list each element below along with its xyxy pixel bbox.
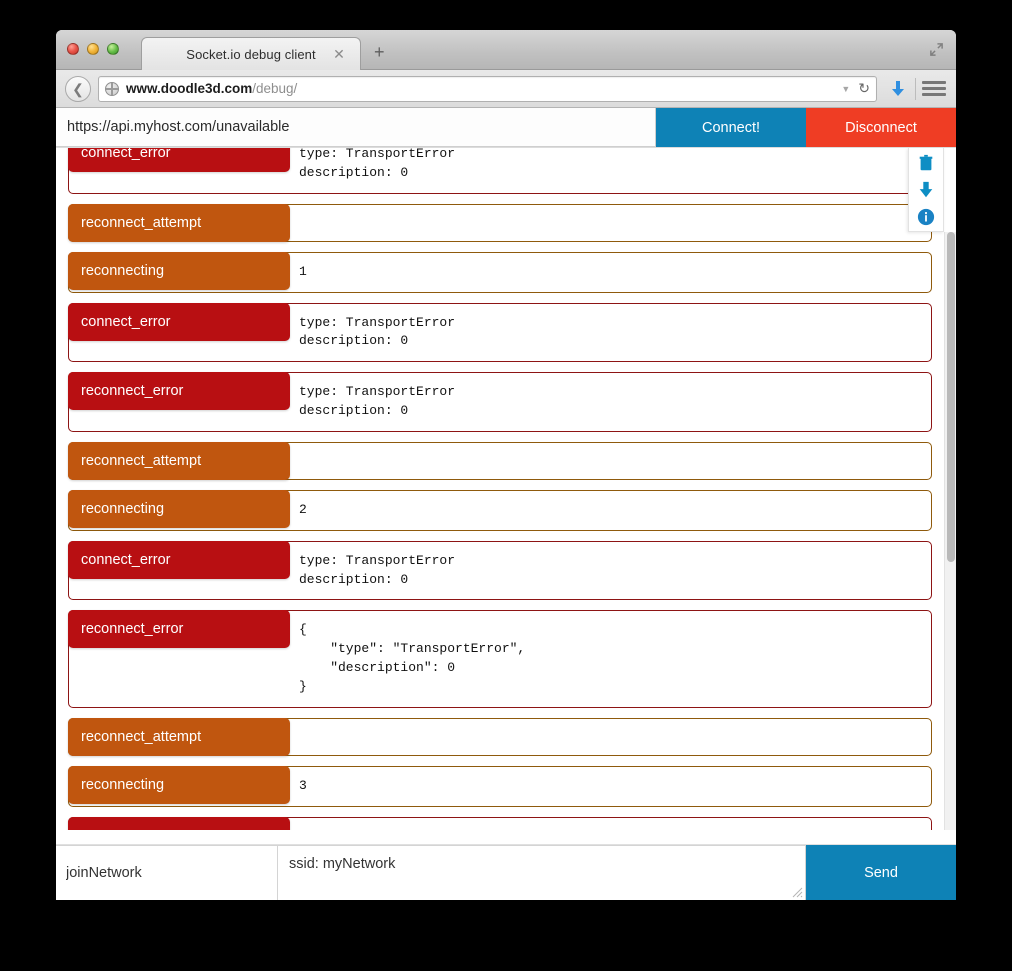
log-row-event-label: reconnect_error [68,610,290,649]
log-row[interactable]: reconnecting 1 [68,251,932,293]
tab-title: Socket.io debug client [186,46,316,62]
trash-icon[interactable] [917,154,935,172]
resize-handle-icon[interactable] [792,887,803,898]
log-row-value [299,719,931,755]
log-row-value: 3 [299,777,307,793]
chevron-down-icon[interactable]: ▼ [841,84,858,94]
event-log: connect_error type: TransportError descri… [56,148,956,830]
reload-icon[interactable]: ↻ [858,80,870,97]
log-row-value: 1 [299,263,307,279]
disconnect-button[interactable]: Disconnect [806,108,956,147]
log-row-value: type: TransportError description: 0 [299,314,456,349]
log-row[interactable]: reconnecting 3 [68,765,932,807]
event-log-list: connect_error type: TransportError descri… [56,148,944,830]
log-row-value: type: TransportError description: 0 [299,552,456,587]
browser-tab[interactable]: Socket.io debug client ✕ [141,37,361,70]
log-row-event-label: reconnecting [68,489,290,528]
log-row[interactable]: reconnect_error type: TransportError desc… [68,372,932,432]
maximize-window-button[interactable] [107,43,119,55]
log-scrollbar-thumb[interactable] [947,232,955,562]
page-content: Connect! Disconnect connect_error type: T… [56,108,956,900]
log-row[interactable]: reconnect_attempt [68,441,932,480]
url-path: /debug/ [252,81,298,96]
close-icon[interactable]: ✕ [332,47,346,61]
back-arrow-icon[interactable]: ❮ [65,75,91,102]
log-row[interactable]: reconnecting 2 [68,489,932,531]
emit-event-name-input[interactable] [56,845,278,900]
emit-arguments-input[interactable]: ssid: myNetwork [278,845,806,900]
log-row[interactable]: connect_error type: TransportError descri… [68,540,932,601]
connect-button[interactable]: Connect! [656,108,806,147]
address-bar[interactable]: www.doodle3d.com/debug/ ▼ ↻ [98,75,877,102]
log-row[interactable]: connect_error type: TransportError descri… [68,816,932,830]
browser-navbar: ❮ www.doodle3d.com/debug/ ▼ ↻ [56,70,956,108]
log-row-event-label: reconnect_attempt [68,203,290,242]
log-row-event-label: reconnecting [68,251,290,290]
log-tools-panel [908,148,944,232]
log-row-value: { "type": "TransportError", "description… [299,622,526,694]
log-row-event-label: connect_error [68,540,290,579]
server-url-input[interactable] [56,108,656,147]
log-row-value [299,443,931,479]
log-row-event-label: reconnecting [68,765,290,804]
log-row[interactable]: connect_error type: TransportError descri… [68,302,932,363]
log-row-event-label: connect_error [68,302,290,341]
address-bar-text: www.doodle3d.com/debug/ [126,81,297,96]
emit-arguments-value: ssid: myNetwork [289,856,396,872]
log-row-event-label: connect_error [68,816,290,830]
url-domain: www.doodle3d.com [126,81,253,96]
log-row-value: type: TransportError description: 0 [299,384,456,419]
close-window-button[interactable] [67,43,79,55]
globe-icon [105,81,119,96]
log-row[interactable]: reconnect_attempt [68,203,932,242]
log-row-value: 2 [299,501,307,517]
browser-window: Socket.io debug client ✕ + ❮ www.doodle3… [56,30,956,900]
send-button[interactable]: Send [806,845,956,900]
toolbar-divider [915,77,916,100]
emit-bar: ssid: myNetwork Send [56,844,956,900]
log-row-value [299,205,931,241]
info-icon[interactable] [917,208,935,226]
connection-bar: Connect! Disconnect [56,108,956,148]
log-row-event-label: reconnect_error [68,372,290,411]
download-arrow-icon[interactable] [887,80,909,98]
log-row-event-label: reconnect_attempt [68,441,290,480]
log-row[interactable]: reconnect_attempt [68,717,932,756]
hamburger-menu-icon[interactable] [922,81,946,96]
log-scrollbar[interactable] [944,232,956,830]
window-controls [67,43,119,55]
fullscreen-icon[interactable] [929,42,944,57]
log-row-event-label: reconnect_attempt [68,717,290,756]
minimize-window-button[interactable] [87,43,99,55]
log-row[interactable]: reconnect_error{ "type": "TransportError… [68,610,932,708]
log-row-event-label: connect_error [68,148,290,172]
log-row[interactable]: connect_error type: TransportError descri… [68,148,932,194]
plus-icon[interactable]: + [374,43,385,61]
window-titlebar: Socket.io debug client ✕ + [56,30,956,70]
download-arrow-icon[interactable] [917,181,935,199]
log-row-value: type: TransportError description: 0 [299,818,931,830]
log-row-value: type: TransportError description: 0 [299,148,456,180]
